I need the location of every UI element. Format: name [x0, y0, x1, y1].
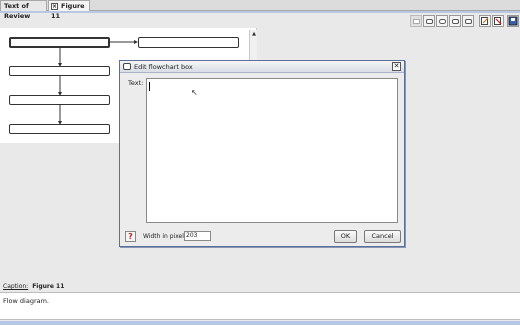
rect-icon[interactable]	[410, 15, 422, 27]
close-icon[interactable]: ✕	[392, 62, 401, 71]
delete-icon[interactable]	[492, 15, 504, 27]
text-label: Text:	[128, 79, 144, 87]
app-icon	[123, 63, 131, 70]
tab-figure-11[interactable]: × Figure 11	[48, 0, 90, 20]
dialog-title: Edit flowchart box	[134, 63, 193, 71]
flowchart-box[interactable]	[9, 66, 110, 76]
help-icon[interactable]: ?	[125, 231, 136, 242]
toolbar-separator	[0, 11, 520, 13]
caption-row: Caption: Figure 11	[3, 283, 64, 290]
flowchart-box[interactable]	[9, 95, 110, 105]
width-label: Width in pixels:	[143, 233, 190, 240]
rounded-rect-icon[interactable]	[423, 15, 435, 27]
caption-text-area[interactable]: Flow diagram.	[0, 292, 520, 320]
text-caret	[149, 82, 150, 91]
tab-text-of-review[interactable]: Text of Review	[0, 0, 47, 20]
edit-icon[interactable]	[479, 15, 491, 27]
edit-flowchart-box-dialog: Edit flowchart box ✕ Text: ↖ ? Width in …	[119, 60, 405, 247]
ok-button[interactable]: OK	[334, 230, 357, 243]
flowchart-box-selected[interactable]	[9, 37, 110, 48]
save-icon[interactable]	[507, 15, 519, 27]
caption-label: Caption:	[3, 283, 29, 290]
width-input[interactable]: 203	[184, 231, 211, 241]
flowchart-box[interactable]	[138, 37, 239, 48]
box-text-area[interactable]: ↖	[146, 78, 398, 223]
caption-text: Flow diagram.	[3, 297, 49, 305]
scroll-up-icon[interactable]: ▲	[251, 31, 257, 37]
flowchart-box[interactable]	[9, 124, 110, 134]
oval-icon[interactable]	[436, 15, 448, 27]
caption-value[interactable]: Figure 11	[32, 283, 64, 290]
cancel-button[interactable]: Cancel	[364, 230, 401, 243]
tab-strip: Text of Review × Figure 11	[0, 0, 520, 20]
bottom-bar	[0, 321, 520, 325]
dialog-title-bar[interactable]: Edit flowchart box ✕	[120, 61, 404, 73]
right-arrow-box-icon[interactable]	[462, 15, 474, 27]
mouse-pointer-icon: ↖	[191, 88, 198, 97]
left-arrow-box-icon[interactable]	[449, 15, 461, 27]
close-tab-icon[interactable]: ×	[51, 2, 58, 10]
